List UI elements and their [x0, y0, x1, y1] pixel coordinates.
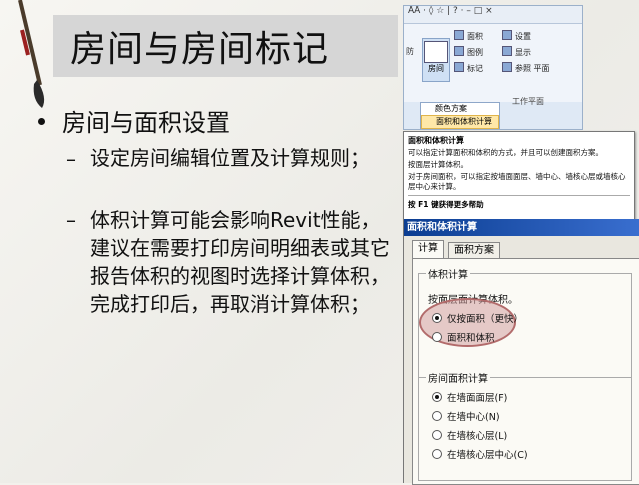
area-group-label: 房间面积计算 [426, 370, 490, 385]
area-button[interactable]: 面积 [454, 30, 483, 42]
room-button[interactable]: 房间 [422, 38, 450, 82]
radio-wall-core[interactable]: 在墙核心层(L) [432, 428, 507, 442]
room-icon [424, 41, 448, 63]
sub-dash: – [66, 147, 76, 171]
tag-button[interactable]: 标记 [454, 62, 483, 74]
ref-plane-icon [502, 62, 512, 72]
sub-item-text: 设定房间编辑位置及计算规则； [90, 146, 370, 170]
radio-empty-icon [432, 332, 442, 342]
tooltip-line: 对于房间面积，可以指定按墙面面层、墙中心、墙核心层或墙核心层中心来计算。 [408, 172, 626, 191]
area-volume-dialog: 面积和体积计算 计算 面积方案 体积计算 房间面积计算 [403, 219, 639, 485]
area-icon [454, 30, 464, 40]
sub-item-text: 体积计算可能会影响Revit性能，建议在需要打印房间明细表或其它报告体积的视图时… [90, 208, 390, 316]
bullet-text: 房间与面积设置 [62, 109, 230, 137]
toolbar-icons[interactable]: ÅÅ · ◊ ☆ | ? · – □ × [408, 6, 493, 16]
brush-decoration-icon [18, 0, 45, 108]
tab-area-schemes[interactable]: 面积方案 [448, 242, 500, 259]
radio-empty-icon [432, 411, 442, 421]
ribbon-dropdown: 颜色方案 面积和体积计算 [420, 102, 500, 129]
tooltip-divider [408, 195, 630, 196]
ribbon-panel: 防 房间 面积 图例 标记 设置 显示 参照 平面 工作平面 [404, 24, 582, 106]
set-icon [502, 30, 512, 40]
set-button[interactable]: 设置 [502, 30, 531, 42]
radio-wall-center[interactable]: 在墙中心(N) [432, 409, 500, 423]
ref-plane-button[interactable]: 参照 平面 [502, 62, 550, 74]
show-icon [502, 46, 512, 56]
radio-selected-icon [432, 392, 442, 402]
radio-selected-icon [432, 313, 442, 323]
radio-area-and-volume[interactable]: 面积和体积 [432, 330, 495, 344]
radio-wall-core-center[interactable]: 在墙核心层中心(C) [432, 447, 528, 461]
tooltip: 面积和体积计算 可以指定计算面积和体积的方式，并且可以创建面积方案。 按面层计算… [403, 131, 635, 220]
ribbon-screenshot: ÅÅ · ◊ ☆ | ? · – □ × 防 房间 面积 图例 标记 设置 显示… [403, 5, 583, 130]
legend-icon [454, 46, 464, 56]
radio-empty-icon [432, 430, 442, 440]
tooltip-footer: 按 F1 键获得更多帮助 [408, 200, 484, 209]
tooltip-line: 可以指定计算面积和体积的方式，并且可以创建面积方案。 [408, 148, 603, 157]
tab-calculation[interactable]: 计算 [412, 240, 444, 259]
area-volume-item[interactable]: 面积和体积计算 [421, 115, 499, 129]
volume-group-label: 体积计算 [426, 266, 470, 281]
radio-wall-finish[interactable]: 在墙面面层(F) [432, 390, 507, 404]
room-button-label: 房间 [428, 64, 444, 73]
ribbon-side-label: 防 [406, 47, 414, 56]
panel-caption: 工作平面 [512, 97, 544, 106]
ribbon-quick-toolbar: ÅÅ · ◊ ☆ | ? · – □ × [404, 6, 582, 24]
slide-title: 房间与房间标记 [70, 29, 330, 70]
show-button[interactable]: 显示 [502, 46, 531, 58]
tag-icon [454, 62, 464, 72]
bullet-dot [38, 118, 45, 125]
tooltip-line: 按面层计算体积。 [408, 160, 468, 169]
sub-dash: – [66, 208, 76, 232]
dialog-title: 面积和体积计算 [404, 219, 639, 236]
radio-area-only[interactable]: 仅按面积（更快） [432, 311, 523, 325]
color-scheme-item[interactable]: 颜色方案 [421, 103, 499, 115]
tooltip-title: 面积和体积计算 [408, 136, 464, 145]
legend-button[interactable]: 图例 [454, 46, 483, 58]
radio-empty-icon [432, 449, 442, 459]
